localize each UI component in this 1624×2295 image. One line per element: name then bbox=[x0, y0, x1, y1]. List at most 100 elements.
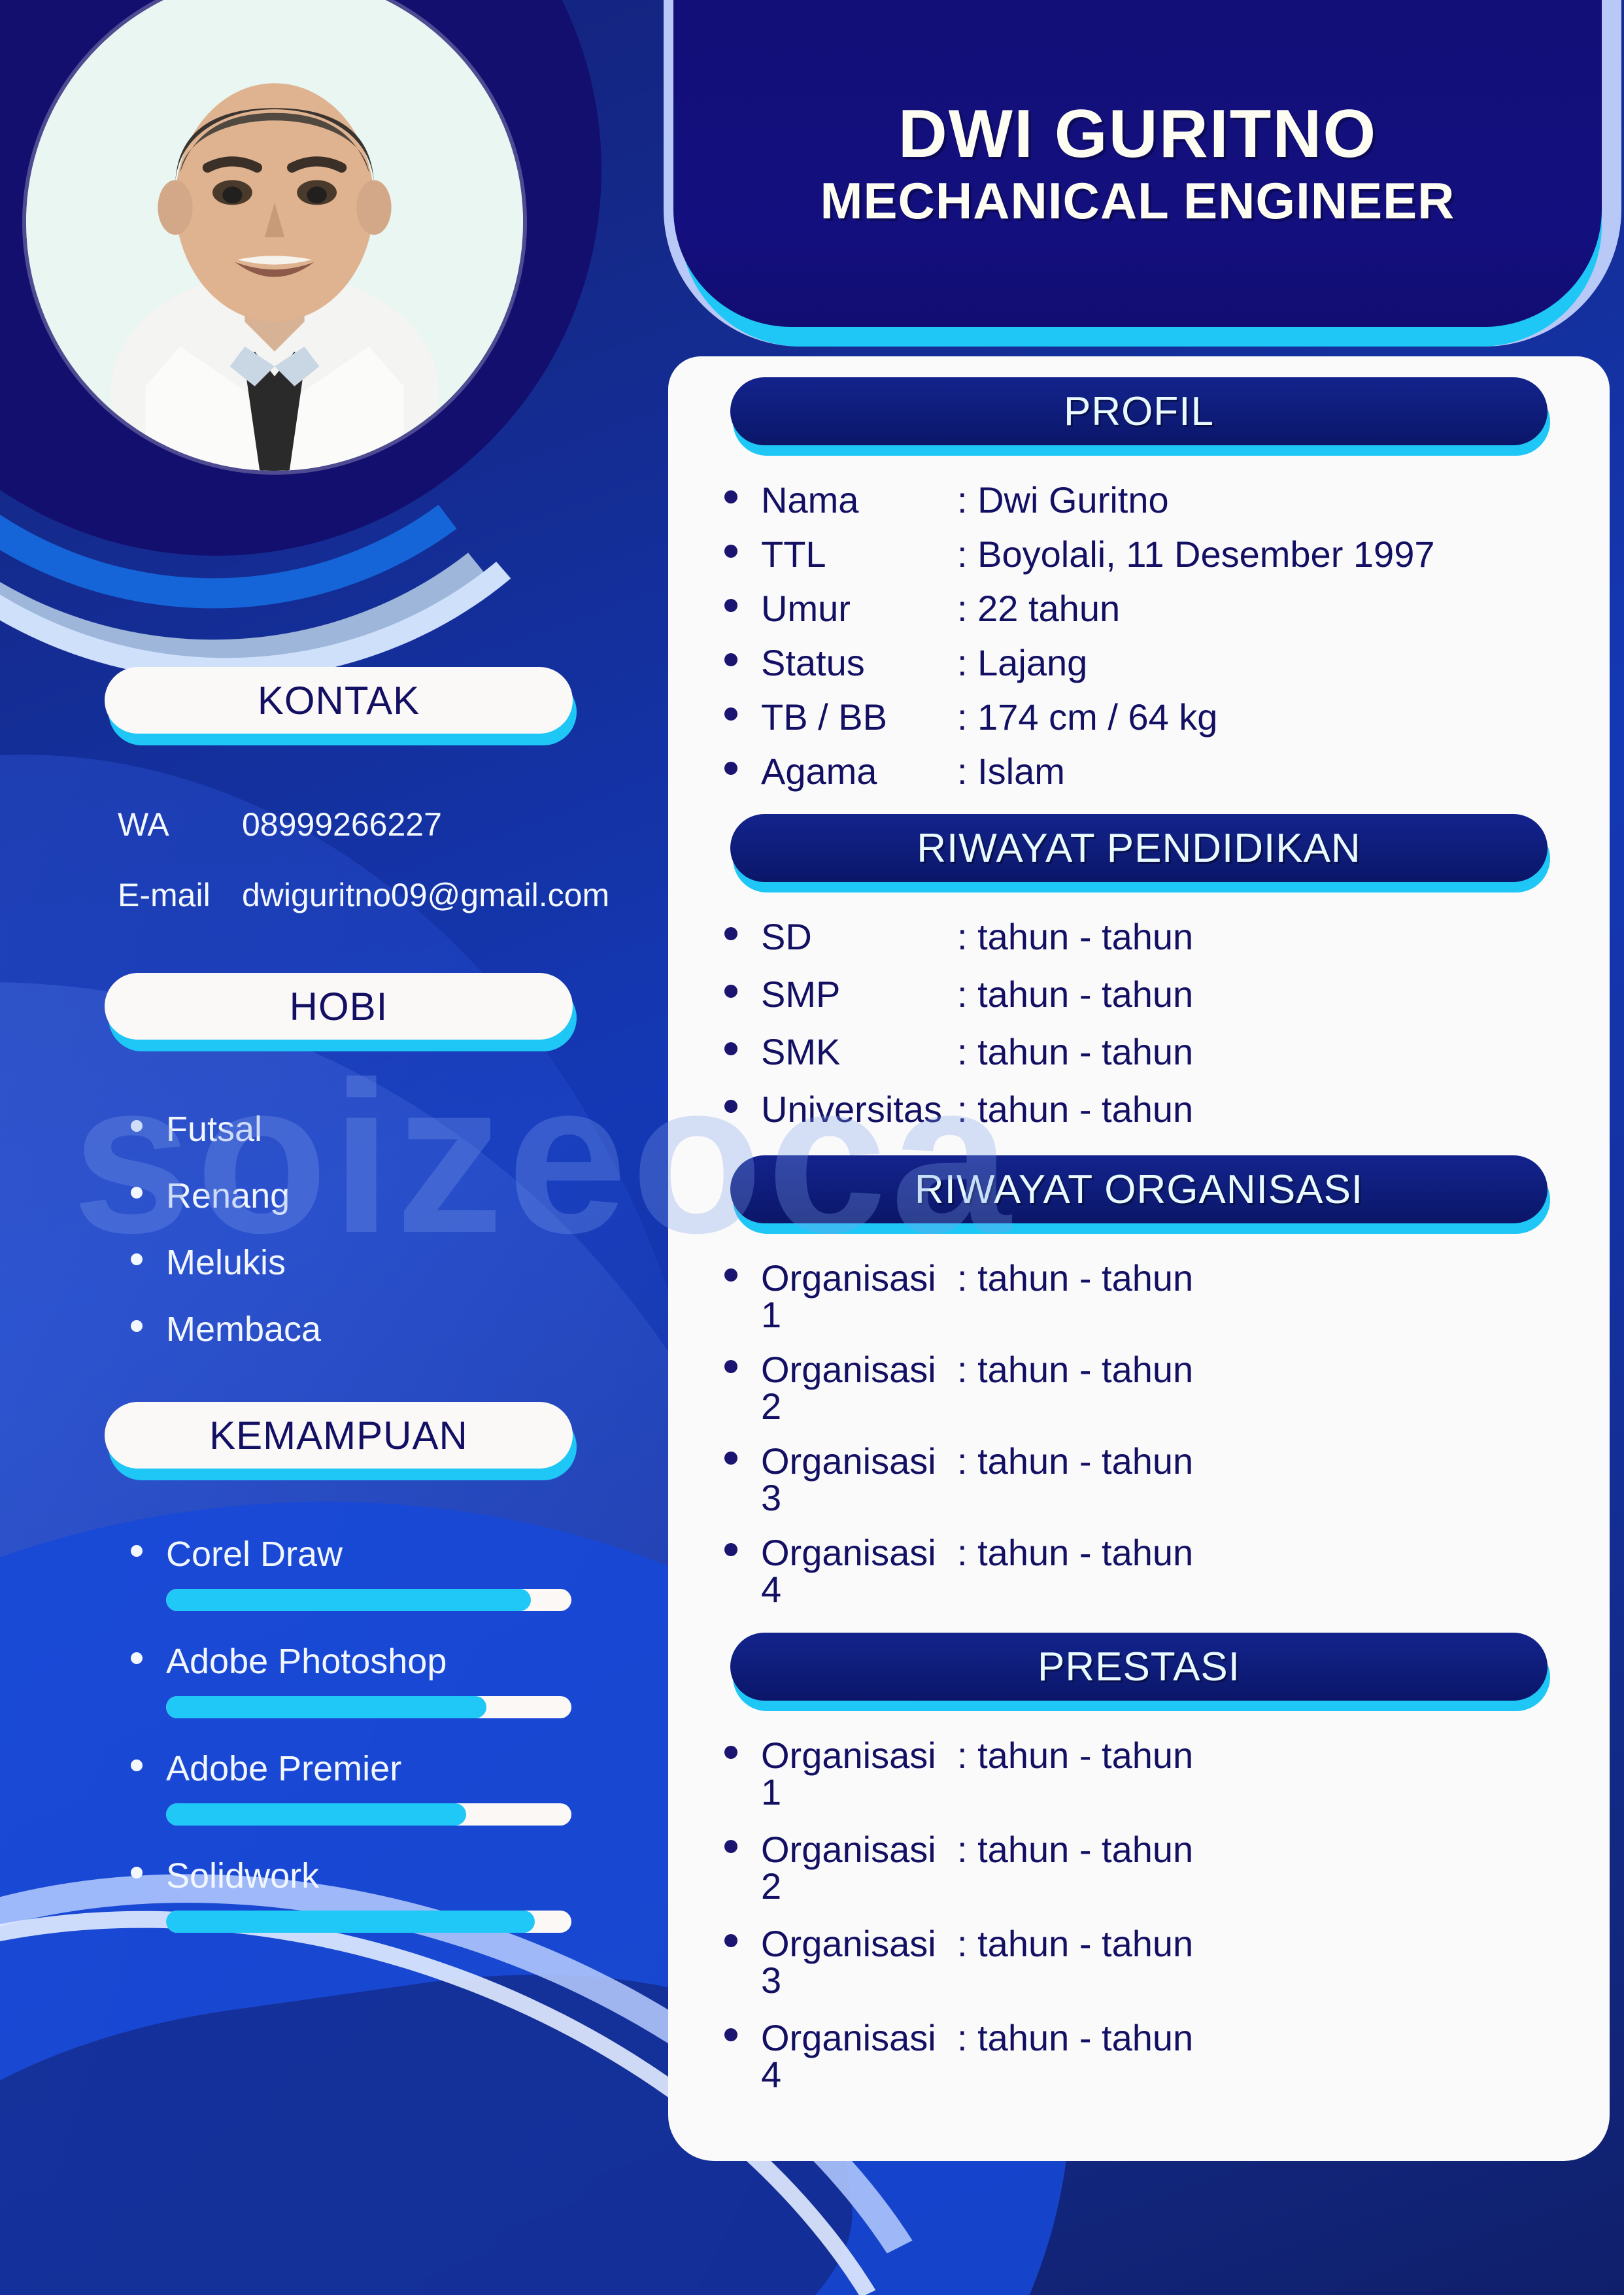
skill-label: Adobe Photoshop bbox=[166, 1642, 447, 1681]
bullet-icon bbox=[724, 1360, 737, 1373]
row-label: Agama bbox=[761, 751, 877, 792]
hobi-list: Futsal Renang Melukis Membaca bbox=[0, 1049, 667, 1350]
bullet-icon bbox=[724, 707, 737, 721]
skill-progress-fill bbox=[166, 1803, 466, 1826]
row-value: : 22 tahun bbox=[957, 588, 1121, 629]
row-value: : Lajang bbox=[957, 642, 1088, 683]
row-label: SMK bbox=[761, 1031, 841, 1072]
row-value: : Islam bbox=[957, 751, 1065, 792]
skill-label: Adobe Premier bbox=[166, 1749, 402, 1788]
bullet-icon bbox=[724, 927, 737, 940]
row-value: : tahun - tahun bbox=[957, 2017, 1194, 2058]
row-label: Universitas bbox=[761, 1089, 942, 1130]
skill-label: Solidwork bbox=[166, 1856, 320, 1896]
skill-progress-track bbox=[166, 1803, 571, 1826]
row-value: : tahun - tahun bbox=[957, 1829, 1194, 1870]
hobi-item-label: Melukis bbox=[166, 1243, 286, 1282]
table-row: Organisasi 1 : tahun - tahun bbox=[724, 1260, 1610, 1333]
bullet-icon bbox=[131, 1253, 143, 1265]
table-row: Organisasi 1 : tahun - tahun bbox=[724, 1737, 1610, 1810]
pill: HOBI bbox=[105, 973, 573, 1040]
contact-value-email[interactable]: dwiguritno09@gmail.com bbox=[242, 876, 609, 914]
row-value: : tahun - tahun bbox=[957, 916, 1194, 957]
skill-progress-fill bbox=[166, 1589, 531, 1611]
table-row: TB / BB : 174 cm / 64 kg bbox=[724, 699, 1610, 736]
skill-item: Adobe Premier bbox=[131, 1748, 667, 1826]
bullet-icon bbox=[724, 1268, 737, 1282]
skill-name-row: Solidwork bbox=[131, 1856, 667, 1896]
skill-progress-track bbox=[166, 1589, 571, 1611]
row-label: Organisasi 4 bbox=[761, 1532, 936, 1610]
sidebar-heading-kontak-label: KONTAK bbox=[257, 678, 420, 722]
bullet-icon bbox=[724, 1934, 737, 1947]
bullet-icon bbox=[131, 1760, 143, 1771]
bullet-icon bbox=[131, 1120, 143, 1132]
skill-progress-track bbox=[166, 1911, 571, 1933]
bullet-icon bbox=[724, 2028, 737, 2041]
hobi-item-label: Futsal bbox=[166, 1110, 263, 1149]
contact-key-wa: WA bbox=[118, 806, 169, 843]
hobi-item-label: Renang bbox=[166, 1176, 290, 1216]
row-label: Organisasi 1 bbox=[761, 1257, 936, 1335]
row-label: Organisasi 3 bbox=[761, 1440, 936, 1518]
row-value: : tahun - tahun bbox=[957, 1440, 1194, 1482]
row-label: Nama bbox=[761, 479, 859, 520]
bullet-icon bbox=[724, 599, 737, 612]
table-row: Organisasi 4 : tahun - tahun bbox=[724, 1535, 1610, 1608]
contact-key-email: E-mail bbox=[118, 877, 211, 913]
row-label: Organisasi 2 bbox=[761, 1349, 936, 1427]
skill-item: Solidwork bbox=[131, 1856, 667, 1933]
table-row: SMK : tahun - tahun bbox=[724, 1034, 1610, 1070]
pendidikan-rows: SD : tahun - tahun SMP : tahun - tahun S… bbox=[668, 896, 1610, 1155]
table-row: Organisasi 2 : tahun - tahun bbox=[724, 1352, 1610, 1425]
bullet-icon bbox=[724, 1543, 737, 1556]
page-subtitle-role: MECHANICAL ENGINEER bbox=[820, 171, 1455, 230]
bullet-icon bbox=[724, 762, 737, 775]
prestasi-rows: Organisasi 1 : tahun - tahun Organisasi … bbox=[668, 1715, 1610, 2120]
contact-value-wa[interactable]: 08999266227 bbox=[242, 806, 442, 843]
row-value: : tahun - tahun bbox=[957, 1257, 1194, 1299]
skills-list: Corel Draw Adobe Photoshop Adobe Premier… bbox=[0, 1478, 667, 1933]
skill-item: Adobe Photoshop bbox=[131, 1641, 667, 1718]
table-row: SMP : tahun - tahun bbox=[724, 976, 1610, 1013]
sidebar-heading-hobi-label: HOBI bbox=[289, 984, 388, 1028]
bullet-icon bbox=[724, 1100, 737, 1113]
section-header-prestasi: PRESTASI bbox=[730, 1633, 1550, 1711]
skill-progress-fill bbox=[166, 1696, 486, 1718]
row-label: Organisasi 4 bbox=[761, 2017, 936, 2095]
bullet-icon bbox=[131, 1545, 143, 1557]
pill: PROFIL bbox=[730, 377, 1548, 445]
bullet-icon bbox=[724, 490, 737, 503]
table-row: Umur : 22 tahun bbox=[724, 590, 1610, 627]
hobi-item-label: Membaca bbox=[166, 1310, 322, 1349]
row-value: : Boyolali, 11 Desember 1997 bbox=[957, 534, 1435, 575]
section-header-pendidikan: RIWAYAT PENDIDIKAN bbox=[730, 814, 1550, 892]
table-row: Agama : Islam bbox=[724, 753, 1610, 790]
sidebar-section-header-kontak: KONTAK bbox=[105, 667, 577, 745]
skill-name-row: Corel Draw bbox=[131, 1534, 667, 1574]
cv-page: DWI GURITNO MECHANICAL ENGINEER KONTAK W… bbox=[0, 0, 1624, 2295]
table-row: Status : Lajang bbox=[724, 645, 1610, 681]
section-header-profil: PROFIL bbox=[730, 377, 1550, 456]
bullet-icon bbox=[131, 1652, 143, 1664]
bullet-icon bbox=[724, 1042, 737, 1055]
row-label: SD bbox=[761, 916, 812, 957]
pill: KONTAK bbox=[105, 667, 573, 734]
pill: RIWAYAT ORGANISASI bbox=[730, 1155, 1548, 1223]
sidebar-heading-kemampuan-label: KEMAMPUAN bbox=[209, 1413, 468, 1457]
table-row: Organisasi 4 : tahun - tahun bbox=[724, 2020, 1610, 2093]
skill-name-row: Adobe Premier bbox=[131, 1748, 667, 1789]
row-label: Organisasi 3 bbox=[761, 1923, 936, 2001]
section-title-profil: PROFIL bbox=[1064, 388, 1214, 434]
bullet-icon bbox=[724, 653, 737, 666]
bullet-icon bbox=[131, 1320, 143, 1332]
row-label: Organisasi 2 bbox=[761, 1829, 936, 1907]
row-value: : tahun - tahun bbox=[957, 1532, 1194, 1573]
table-row: Organisasi 3 : tahun - tahun bbox=[724, 1443, 1610, 1516]
main-card: PROFIL Nama : Dwi Guritno TTL : Boyolali… bbox=[668, 356, 1610, 2161]
profil-rows: Nama : Dwi Guritno TTL : Boyolali, 11 De… bbox=[668, 460, 1610, 814]
list-item: Membaca bbox=[131, 1309, 667, 1350]
bullet-icon bbox=[724, 1746, 737, 1759]
contact-row-email: E-mail dwiguritno09@gmail.com bbox=[118, 876, 667, 914]
sidebar-section-header-hobi: HOBI bbox=[105, 973, 577, 1051]
